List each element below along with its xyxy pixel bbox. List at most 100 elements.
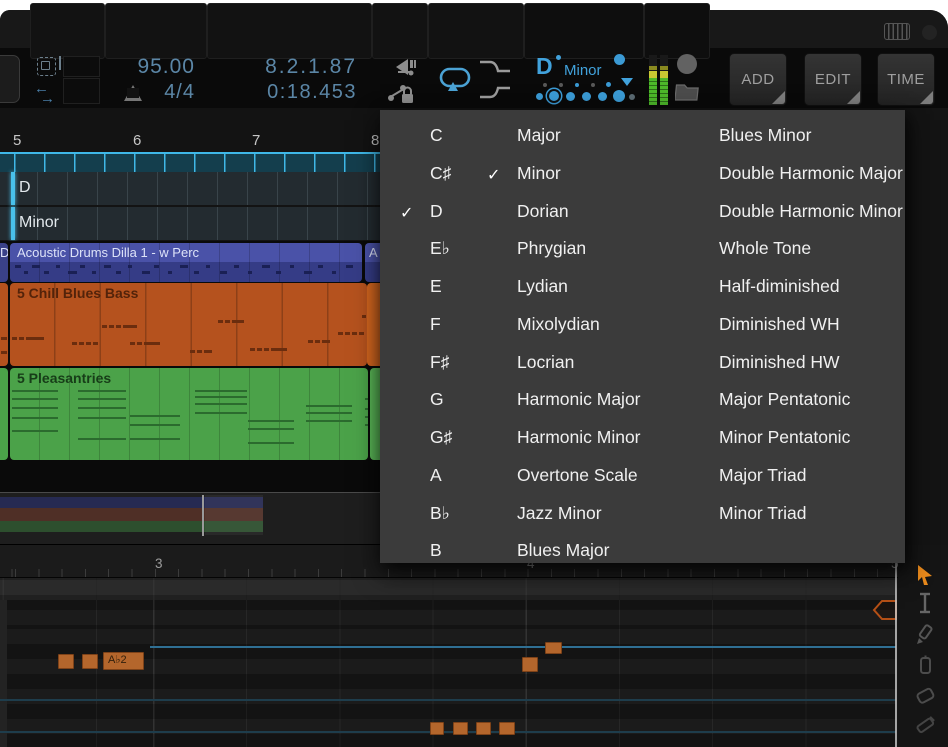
add-button[interactable]: ADD xyxy=(729,53,787,106)
midi-note[interactable] xyxy=(522,657,538,672)
menu-item-a[interactable]: A xyxy=(430,465,442,486)
edit-button[interactable]: EDIT xyxy=(804,53,862,106)
fade-out-icon[interactable] xyxy=(478,58,512,75)
ibeam-tool-icon[interactable] xyxy=(914,592,936,614)
clip-keys-next[interactable] xyxy=(370,368,380,460)
editor-divider[interactable] xyxy=(895,563,897,747)
overview-playhead xyxy=(202,495,204,536)
menu-item-blues-major[interactable]: Blues Major xyxy=(517,540,609,561)
song-position-value[interactable]: 8.2.1.87 xyxy=(230,55,357,79)
brush-tool-icon[interactable] xyxy=(914,714,936,736)
midi-note[interactable] xyxy=(82,654,98,669)
corner-fold-icon xyxy=(772,91,785,104)
song-time-value[interactable]: 0:18.453 xyxy=(230,81,357,104)
knife-tool-icon[interactable] xyxy=(914,655,936,677)
midi-note[interactable] xyxy=(476,722,491,735)
window-circle-icon[interactable] xyxy=(922,25,937,40)
menu-item-e[interactable]: E xyxy=(430,276,442,297)
menu-item-f[interactable]: F xyxy=(430,314,441,335)
clip-note-mark xyxy=(306,420,352,422)
mini-piano-icon[interactable] xyxy=(884,23,910,40)
eraser-tool-icon[interactable] xyxy=(914,685,936,707)
clip-note-mark xyxy=(315,340,320,343)
check-icon: ✓ xyxy=(487,165,500,185)
menu-item-mixolydian[interactable]: Mixolydian xyxy=(517,314,600,335)
piano-roll-editor[interactable]: 345 A♭2 xyxy=(0,545,948,747)
clip-drums-previous[interactable]: Di xyxy=(0,243,8,282)
menu-item-lydian[interactable]: Lydian xyxy=(517,276,568,297)
clip-keys-previous[interactable] xyxy=(0,368,8,460)
key-track-label: D xyxy=(19,179,31,197)
loop-icon[interactable] xyxy=(438,64,474,92)
automation-lock-icon[interactable] xyxy=(386,82,416,106)
menu-item-double-harmonic-major[interactable]: Double Harmonic Major xyxy=(719,163,903,184)
record-circle-icon[interactable] xyxy=(677,54,697,74)
menu-item-g[interactable]: G xyxy=(430,389,444,410)
tempo-value[interactable]: 95.00 xyxy=(110,55,195,79)
time-button[interactable]: TIME xyxy=(877,53,935,106)
menu-item-blues-minor[interactable]: Blues Minor xyxy=(719,125,811,146)
menu-item-whole-tone[interactable]: Whole Tone xyxy=(719,238,811,259)
clip-keys[interactable]: 5 Pleasantries xyxy=(10,368,368,460)
menu-item-major-triad[interactable]: Major Triad xyxy=(719,465,807,486)
menu-item-b♭[interactable]: B♭ xyxy=(430,503,450,524)
clip-note-mark xyxy=(56,265,60,268)
follow-playhead-icon[interactable] xyxy=(384,57,416,77)
fade-in-icon[interactable] xyxy=(478,84,512,101)
clip-note-mark xyxy=(264,348,269,351)
menu-item-double-harmonic-minor[interactable]: Double Harmonic Minor xyxy=(719,201,903,222)
scale-track-row[interactable]: Minor xyxy=(0,207,380,240)
clip-note-mark xyxy=(195,412,247,414)
menu-item-d[interactable]: D xyxy=(430,201,443,222)
menu-item-b[interactable]: B xyxy=(430,540,442,561)
pen-tool-icon[interactable] xyxy=(914,623,936,645)
midi-note[interactable] xyxy=(58,654,74,669)
cpu-icon[interactable] xyxy=(37,57,56,76)
menu-item-diminished-hw[interactable]: Diminished HW xyxy=(719,352,840,373)
overview-window[interactable] xyxy=(205,495,263,535)
clip-drums[interactable]: Acoustic Drums Dilla 1 - w Perc xyxy=(10,243,362,282)
key-track-row[interactable]: D xyxy=(0,172,380,205)
midi-note[interactable]: A♭2 xyxy=(103,652,144,670)
clip-bass-next[interactable] xyxy=(367,283,380,366)
clip-label: 5 Pleasantries xyxy=(17,370,111,386)
folder-icon[interactable] xyxy=(675,80,701,102)
menu-item-diminished-wh[interactable]: Diminished WH xyxy=(719,314,840,335)
midi-note[interactable] xyxy=(545,642,562,654)
key-dropdown-triangle-icon[interactable] xyxy=(621,78,633,86)
pointer-tool-icon[interactable] xyxy=(914,564,936,586)
midi-note[interactable] xyxy=(453,722,468,735)
menu-item-locrian[interactable]: Locrian xyxy=(517,352,574,373)
menu-item-minor-pentatonic[interactable]: Minor Pentatonic xyxy=(719,427,850,448)
clip-bass[interactable]: 5 Chill Blues Bass xyxy=(10,283,367,366)
menu-item-dorian[interactable]: Dorian xyxy=(517,201,569,222)
menu-item-jazz-minor[interactable]: Jazz Minor xyxy=(517,503,602,524)
midi-note[interactable] xyxy=(499,722,515,735)
key-scale-display[interactable]: D Minor xyxy=(524,51,642,105)
menu-item-overtone-scale[interactable]: Overtone Scale xyxy=(517,465,638,486)
metronome-icon[interactable] xyxy=(124,85,142,101)
clip-note-mark xyxy=(352,332,357,335)
swap-arrows-icon[interactable]: → xyxy=(40,94,55,104)
menu-item-half-diminished[interactable]: Half-diminished xyxy=(719,276,840,297)
arrangement-overview[interactable] xyxy=(0,492,380,547)
menu-item-harmonic-minor[interactable]: Harmonic Minor xyxy=(517,427,641,448)
menu-item-minor-triad[interactable]: Minor Triad xyxy=(719,503,807,524)
cutoff-left-widget[interactable] xyxy=(0,55,20,103)
menu-item-phrygian[interactable]: Phrygian xyxy=(517,238,586,259)
clip-bass-previous[interactable] xyxy=(0,283,8,366)
menu-item-e♭[interactable]: E♭ xyxy=(430,238,450,259)
clip-drums-next[interactable]: A xyxy=(365,243,380,282)
menu-item-major-pentatonic[interactable]: Major Pentatonic xyxy=(719,389,850,410)
arranger-timeline[interactable]: 5678 D Minor Di Acoustic Drums Dilla 1 -… xyxy=(0,108,380,492)
menu-item-g♯[interactable]: G♯ xyxy=(430,427,452,448)
menu-item-f♯[interactable]: F♯ xyxy=(430,352,449,373)
midi-note[interactable] xyxy=(430,722,444,735)
time-signature-value[interactable]: 4/4 xyxy=(148,81,195,104)
menu-item-major[interactable]: Major xyxy=(517,125,561,146)
menu-item-minor[interactable]: Minor xyxy=(517,163,561,184)
menu-item-harmonic-major[interactable]: Harmonic Major xyxy=(517,389,641,410)
root-note-guide xyxy=(150,646,896,648)
menu-item-c[interactable]: C xyxy=(430,125,443,146)
menu-item-c♯[interactable]: C♯ xyxy=(430,163,451,184)
